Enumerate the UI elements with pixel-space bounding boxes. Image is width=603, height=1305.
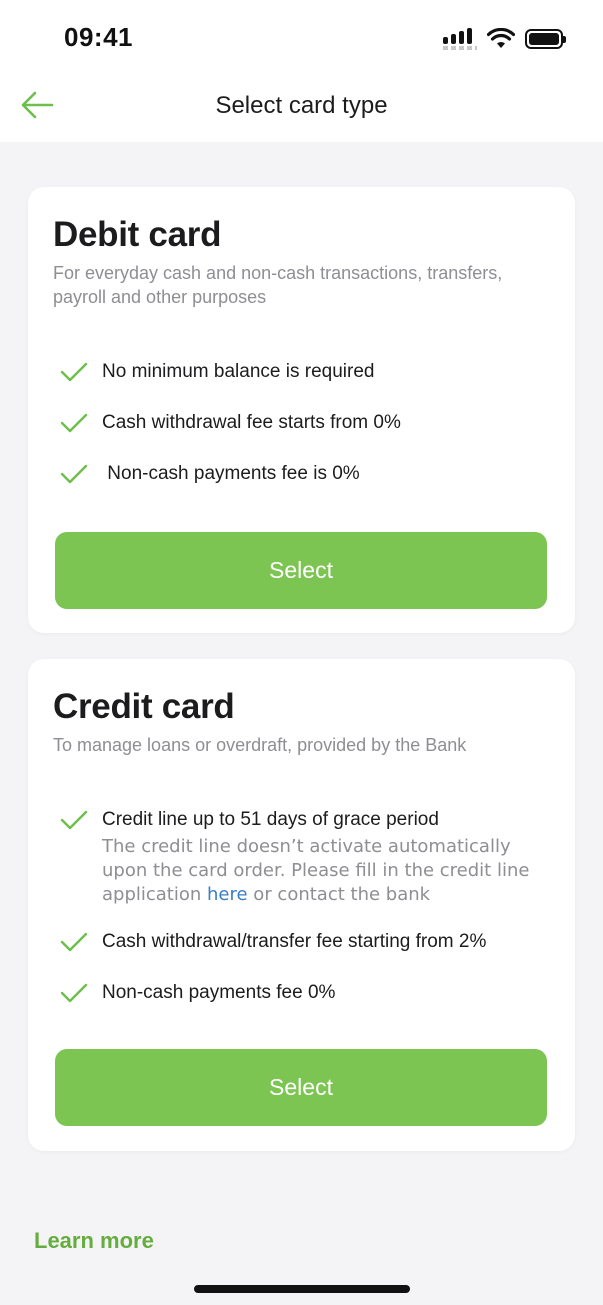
select-debit-card-button[interactable]: Select xyxy=(55,532,547,609)
credit-line-application-link[interactable]: here xyxy=(207,884,248,905)
checkmark-icon xyxy=(60,362,88,382)
status-time: 09:41 xyxy=(64,22,133,52)
checkmark-icon xyxy=(60,810,88,830)
feature-text: Non-cash payments fee is 0% xyxy=(102,463,360,484)
select-credit-card-button[interactable]: Select xyxy=(55,1049,547,1126)
card-title: Debit card xyxy=(53,215,222,254)
credit-card-panel: Credit card To manage loans or overdraft… xyxy=(28,659,575,1151)
feature-text: Non-cash payments fee 0% xyxy=(102,982,336,1003)
cellular-signal-icon xyxy=(443,28,477,50)
learn-more-link[interactable]: Learn more xyxy=(34,1228,154,1254)
note-text-end: or contact the bank xyxy=(247,884,431,905)
debit-card-panel: Debit card For everyday cash and non-cas… xyxy=(28,187,575,633)
checkmark-icon xyxy=(60,932,88,952)
feature-text: Cash withdrawal fee starts from 0% xyxy=(102,412,401,433)
card-description: For everyday cash and non-cash transacti… xyxy=(53,263,503,307)
card-description: To manage loans or overdraft, provided b… xyxy=(53,735,467,755)
battery-icon xyxy=(525,29,566,49)
status-icons xyxy=(443,28,566,50)
wifi-icon xyxy=(487,28,515,48)
feature-text: Cash withdrawal/transfer fee starting fr… xyxy=(102,931,487,952)
checkmark-icon xyxy=(60,413,88,433)
checkmark-icon xyxy=(60,464,88,484)
page-title: Select card type xyxy=(215,92,388,119)
card-title: Credit card xyxy=(53,687,235,726)
feature-text: No minimum balance is required xyxy=(102,361,375,382)
feature-text: Credit line up to 51 days of grace perio… xyxy=(102,809,439,830)
home-indicator[interactable] xyxy=(194,1285,410,1293)
credit-line-note: The credit line doesn’t activate automat… xyxy=(102,835,552,907)
top-bar: 09:41 Select card type xyxy=(0,0,603,142)
checkmark-icon xyxy=(60,983,88,1003)
screen: 09:41 Select card type Debit card For ev… xyxy=(0,0,603,1305)
